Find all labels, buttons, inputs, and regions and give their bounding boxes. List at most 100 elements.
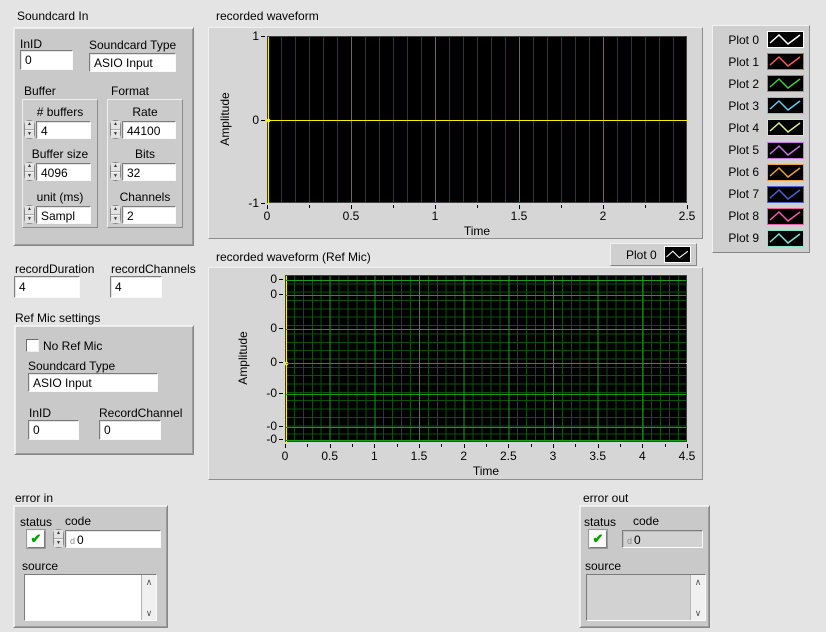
y-tick-label: -0 <box>237 432 277 446</box>
legend-item[interactable]: Plot 4 <box>718 118 804 137</box>
y-tick-mark <box>279 393 283 394</box>
channels-spinner[interactable]: ▲ ▼ <box>110 205 121 224</box>
unit-ms-spinner[interactable]: ▲ ▼ <box>24 205 35 224</box>
no-ref-mic-label: No Ref Mic <box>43 339 102 353</box>
labview-front-panel: Soundcard In InID 0 Soundcard Type ASIO … <box>0 0 826 632</box>
legend-item[interactable]: Plot 7 <box>718 185 804 204</box>
legend-swatch[interactable] <box>767 230 804 247</box>
y-tick-mark <box>279 328 283 329</box>
legend-swatch[interactable] <box>767 119 804 136</box>
legend-swatch[interactable] <box>767 75 804 92</box>
record-duration-field[interactable]: 4 <box>14 276 80 298</box>
bits-spinner[interactable]: ▲ ▼ <box>110 162 121 181</box>
legend-swatch[interactable] <box>767 31 804 48</box>
scrollbar[interactable]: ∧ ∨ <box>141 575 156 620</box>
legend-swatch[interactable] <box>767 164 804 181</box>
error-out-status-label: status <box>584 515 616 529</box>
format-cluster: Rate ▲ ▼ 44100 Bits ▲ ▼ 32 Channels ▲ ▼ … <box>107 99 183 228</box>
error-in-source-label: source <box>22 559 58 573</box>
ref-mic-settings-label: Ref Mic settings <box>15 311 100 325</box>
x-minor-tick-mark <box>531 444 532 447</box>
y-tick-label: 0 <box>237 321 277 335</box>
scroll-up-icon[interactable]: ∧ <box>691 575 705 589</box>
bits-field[interactable]: 32 <box>122 163 176 181</box>
x-minor-tick-mark <box>620 444 621 447</box>
bits-label: Bits <box>108 147 182 161</box>
ref-inid-field[interactable]: 0 <box>28 420 79 440</box>
ref-mic-cluster: No Ref Mic Soundcard Type ASIO Input InI… <box>14 325 194 455</box>
legend-swatch[interactable] <box>767 53 804 70</box>
y-tick-mark <box>279 426 283 427</box>
increment-icon[interactable]: ▲ <box>25 121 34 130</box>
x-tick-label: 2 <box>583 209 623 223</box>
legend-item[interactable]: Plot 8 <box>718 207 804 226</box>
error-in-status-indicator[interactable]: ✔ <box>27 530 45 548</box>
legend-item-label: Plot 3 <box>728 99 759 113</box>
x-tick-label: 2 <box>444 449 484 463</box>
legend-swatch[interactable] <box>767 208 804 225</box>
legend-item[interactable]: Plot 3 <box>718 96 804 115</box>
error-in-status-label: status <box>20 515 52 529</box>
soundcard-type-field[interactable]: ASIO Input <box>89 53 176 72</box>
decrement-icon[interactable]: ▼ <box>54 539 63 548</box>
record-channel-field[interactable]: 0 <box>99 420 161 440</box>
x-tick-mark <box>419 444 420 448</box>
y-tick-label: 1 <box>219 29 259 43</box>
graph2-legend-swatch[interactable] <box>664 246 691 263</box>
y-tick-label: -1 <box>219 196 259 210</box>
buffer-size-spinner[interactable]: ▲ ▼ <box>24 162 35 181</box>
scrollbar[interactable]: ∧ ∨ <box>690 575 705 620</box>
error-in-source-field[interactable]: ∧ ∨ <box>24 574 157 621</box>
channels-field[interactable]: 2 <box>122 206 176 224</box>
error-in-cluster: status ✔ code ▲ ▼ d0 source ∧ ∨ <box>13 505 168 628</box>
scroll-down-icon[interactable]: ∨ <box>691 606 705 620</box>
decrement-icon[interactable]: ▼ <box>111 172 120 181</box>
legend-item[interactable]: Plot 6 <box>718 163 804 182</box>
increment-icon[interactable]: ▲ <box>111 163 120 172</box>
inid-field[interactable]: 0 <box>20 50 73 70</box>
legend-item[interactable]: Plot 2 <box>718 74 804 93</box>
increment-icon[interactable]: ▲ <box>25 163 34 172</box>
legend-item[interactable]: Plot 1 <box>718 52 804 71</box>
legend-item-label: Plot 8 <box>728 209 759 223</box>
no-ref-mic-checkbox[interactable] <box>26 339 39 352</box>
decrement-icon[interactable]: ▼ <box>111 215 120 224</box>
decrement-icon[interactable]: ▼ <box>25 130 34 139</box>
decrement-icon[interactable]: ▼ <box>25 172 34 181</box>
decrement-icon[interactable]: ▼ <box>111 130 120 139</box>
record-duration-label: recordDuration <box>15 262 94 276</box>
x-tick-label: 1.5 <box>499 209 539 223</box>
increment-icon[interactable]: ▲ <box>111 206 120 215</box>
legend-item[interactable]: Plot 5 <box>718 141 804 160</box>
scroll-down-icon[interactable]: ∨ <box>142 606 156 620</box>
record-channels-field[interactable]: 4 <box>110 276 162 298</box>
ref-soundcard-type-label: Soundcard Type <box>28 359 115 373</box>
error-in-code-field[interactable]: d0 <box>65 530 161 548</box>
legend-swatch[interactable] <box>767 186 804 203</box>
error-in-code-spinner[interactable]: ▲ ▼ <box>53 529 64 548</box>
graph2-legend[interactable]: Plot 0 <box>610 243 697 266</box>
increment-icon[interactable]: ▲ <box>54 530 63 539</box>
error-in-code-value: 0 <box>77 533 84 547</box>
y-tick-mark <box>261 36 265 37</box>
legend-item[interactable]: Plot 0 <box>718 30 804 49</box>
decrement-icon[interactable]: ▼ <box>25 215 34 224</box>
ref-soundcard-type-field[interactable]: ASIO Input <box>28 373 158 392</box>
status-ok-check-icon: ✔ <box>593 531 604 547</box>
buffer-size-field[interactable]: 4096 <box>36 163 91 181</box>
x-tick-mark <box>267 205 268 209</box>
increment-icon[interactable]: ▲ <box>111 121 120 130</box>
increment-icon[interactable]: ▲ <box>25 206 34 215</box>
legend-swatch[interactable] <box>767 97 804 114</box>
legend-item[interactable]: Plot 9 <box>718 229 804 248</box>
rate-spinner[interactable]: ▲ ▼ <box>110 120 121 139</box>
rate-field[interactable]: 44100 <box>122 121 176 139</box>
unit-ms-field[interactable]: Sampl <box>36 206 91 224</box>
grid-major-hline <box>286 394 686 395</box>
num-buffers-field[interactable]: 4 <box>36 121 91 139</box>
grid-major-hline <box>286 427 686 428</box>
y-tick-label: 0 <box>237 287 277 301</box>
scroll-up-icon[interactable]: ∧ <box>142 575 156 589</box>
num-buffers-spinner[interactable]: ▲ ▼ <box>24 120 35 139</box>
legend-swatch[interactable] <box>767 142 804 159</box>
